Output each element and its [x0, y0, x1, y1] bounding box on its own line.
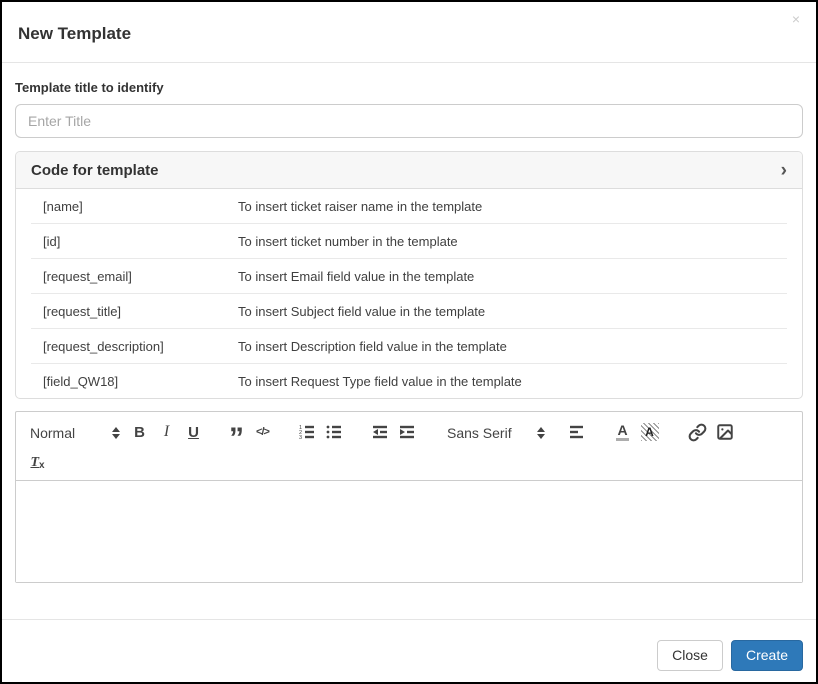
template-title-label: Template title to identify — [15, 80, 164, 95]
text-color-icon: A — [616, 423, 629, 441]
background-color-button[interactable]: A — [636, 419, 663, 445]
template-title-input[interactable] — [15, 104, 803, 138]
table-row: [request_email] To insert Email field va… — [31, 259, 787, 294]
code-cell: [id] — [43, 234, 61, 249]
description-cell: To insert ticket raiser name in the temp… — [238, 199, 483, 214]
new-template-modal: New Template × Template title to identif… — [0, 0, 818, 684]
code-cell: [request_description] — [43, 339, 164, 354]
ordered-list-button[interactable]: 1 2 3 — [293, 419, 320, 445]
table-row: [request_title] To insert Subject field … — [31, 294, 787, 329]
description-cell: To insert Email field value in the templ… — [238, 269, 475, 284]
description-cell: To insert Request Type field value in th… — [238, 374, 522, 389]
text-color-button[interactable]: A — [609, 419, 636, 445]
rich-text-editor: Normal B I U ” </> 1 2 3 Sans Serif A A … — [15, 411, 803, 583]
code-cell: [name] — [43, 199, 83, 214]
bold-icon: B — [134, 423, 145, 441]
svg-text:3: 3 — [299, 435, 302, 441]
create-button[interactable]: Create — [730, 640, 803, 671]
code-cell: [request_title] — [43, 304, 122, 319]
underline-icon: U — [188, 423, 199, 441]
font-dropdown[interactable]: Sans Serif — [441, 420, 551, 446]
clear-format-button[interactable]: Tx — [24, 449, 51, 475]
table-row: [name] To insert ticket raiser name in t… — [31, 189, 787, 224]
modal-body: Template title to identify Code for temp… — [2, 63, 816, 607]
code-panel: Code for template › [name] To insert tic… — [15, 151, 803, 399]
outdent-button[interactable] — [366, 419, 393, 445]
align-icon — [569, 425, 583, 439]
code-panel-title: Code for template — [31, 162, 159, 179]
description-cell: To insert Subject field value in the tem… — [238, 304, 486, 319]
stepper-arrows-icon — [537, 427, 545, 439]
table-row: [field_QW18] To insert Request Type fiel… — [31, 364, 787, 398]
modal-header: New Template × — [2, 2, 816, 63]
toolbar-line-break — [24, 447, 794, 449]
bullet-list-icon — [326, 425, 341, 439]
code-block-icon: </> — [256, 426, 270, 438]
description-cell: To insert Description field value in the… — [238, 339, 507, 354]
close-icon[interactable]: × — [792, 12, 800, 26]
chevron-right-icon: › — [780, 159, 787, 181]
code-panel-header[interactable]: Code for template › — [16, 152, 802, 189]
blockquote-icon: ” — [229, 422, 244, 455]
ordered-list-icon: 1 2 3 — [299, 425, 314, 441]
image-icon — [716, 424, 733, 440]
stepper-arrows-icon — [112, 427, 120, 439]
background-color-icon: A — [640, 423, 659, 441]
italic-icon: I — [163, 423, 170, 440]
format-dropdown[interactable]: Normal — [24, 420, 126, 446]
table-row: [id] To insert ticket number in the temp… — [31, 224, 787, 259]
link-button[interactable] — [684, 419, 711, 445]
code-block-button[interactable]: </> — [249, 419, 276, 445]
font-dropdown-value: Sans Serif — [447, 425, 512, 441]
clear-format-icon: Tx — [30, 455, 45, 471]
bold-button[interactable]: B — [126, 419, 153, 445]
code-cell: [field_QW18] — [43, 374, 119, 389]
modal-footer: Close Create — [2, 619, 816, 682]
link-icon — [688, 423, 707, 441]
description-cell: To insert ticket number in the template — [238, 234, 458, 249]
blockquote-button[interactable]: ” — [222, 419, 249, 455]
close-button[interactable]: Close — [657, 640, 723, 671]
align-button[interactable] — [563, 419, 590, 445]
underline-button[interactable]: U — [180, 419, 207, 445]
indent-icon — [399, 425, 414, 439]
editor-content-area[interactable] — [16, 481, 802, 582]
outdent-icon — [372, 425, 387, 439]
italic-button[interactable]: I — [153, 419, 180, 445]
bullet-list-button[interactable] — [320, 419, 347, 445]
image-button[interactable] — [711, 419, 738, 445]
indent-button[interactable] — [393, 419, 420, 445]
editor-toolbar: Normal B I U ” </> 1 2 3 Sans Serif A A … — [16, 412, 802, 481]
code-cell: [request_email] — [43, 269, 132, 284]
code-table: [name] To insert ticket raiser name in t… — [16, 189, 802, 398]
format-dropdown-value: Normal — [30, 425, 76, 441]
table-row: [request_description] To insert Descript… — [31, 329, 787, 364]
modal-title: New Template — [18, 24, 132, 43]
